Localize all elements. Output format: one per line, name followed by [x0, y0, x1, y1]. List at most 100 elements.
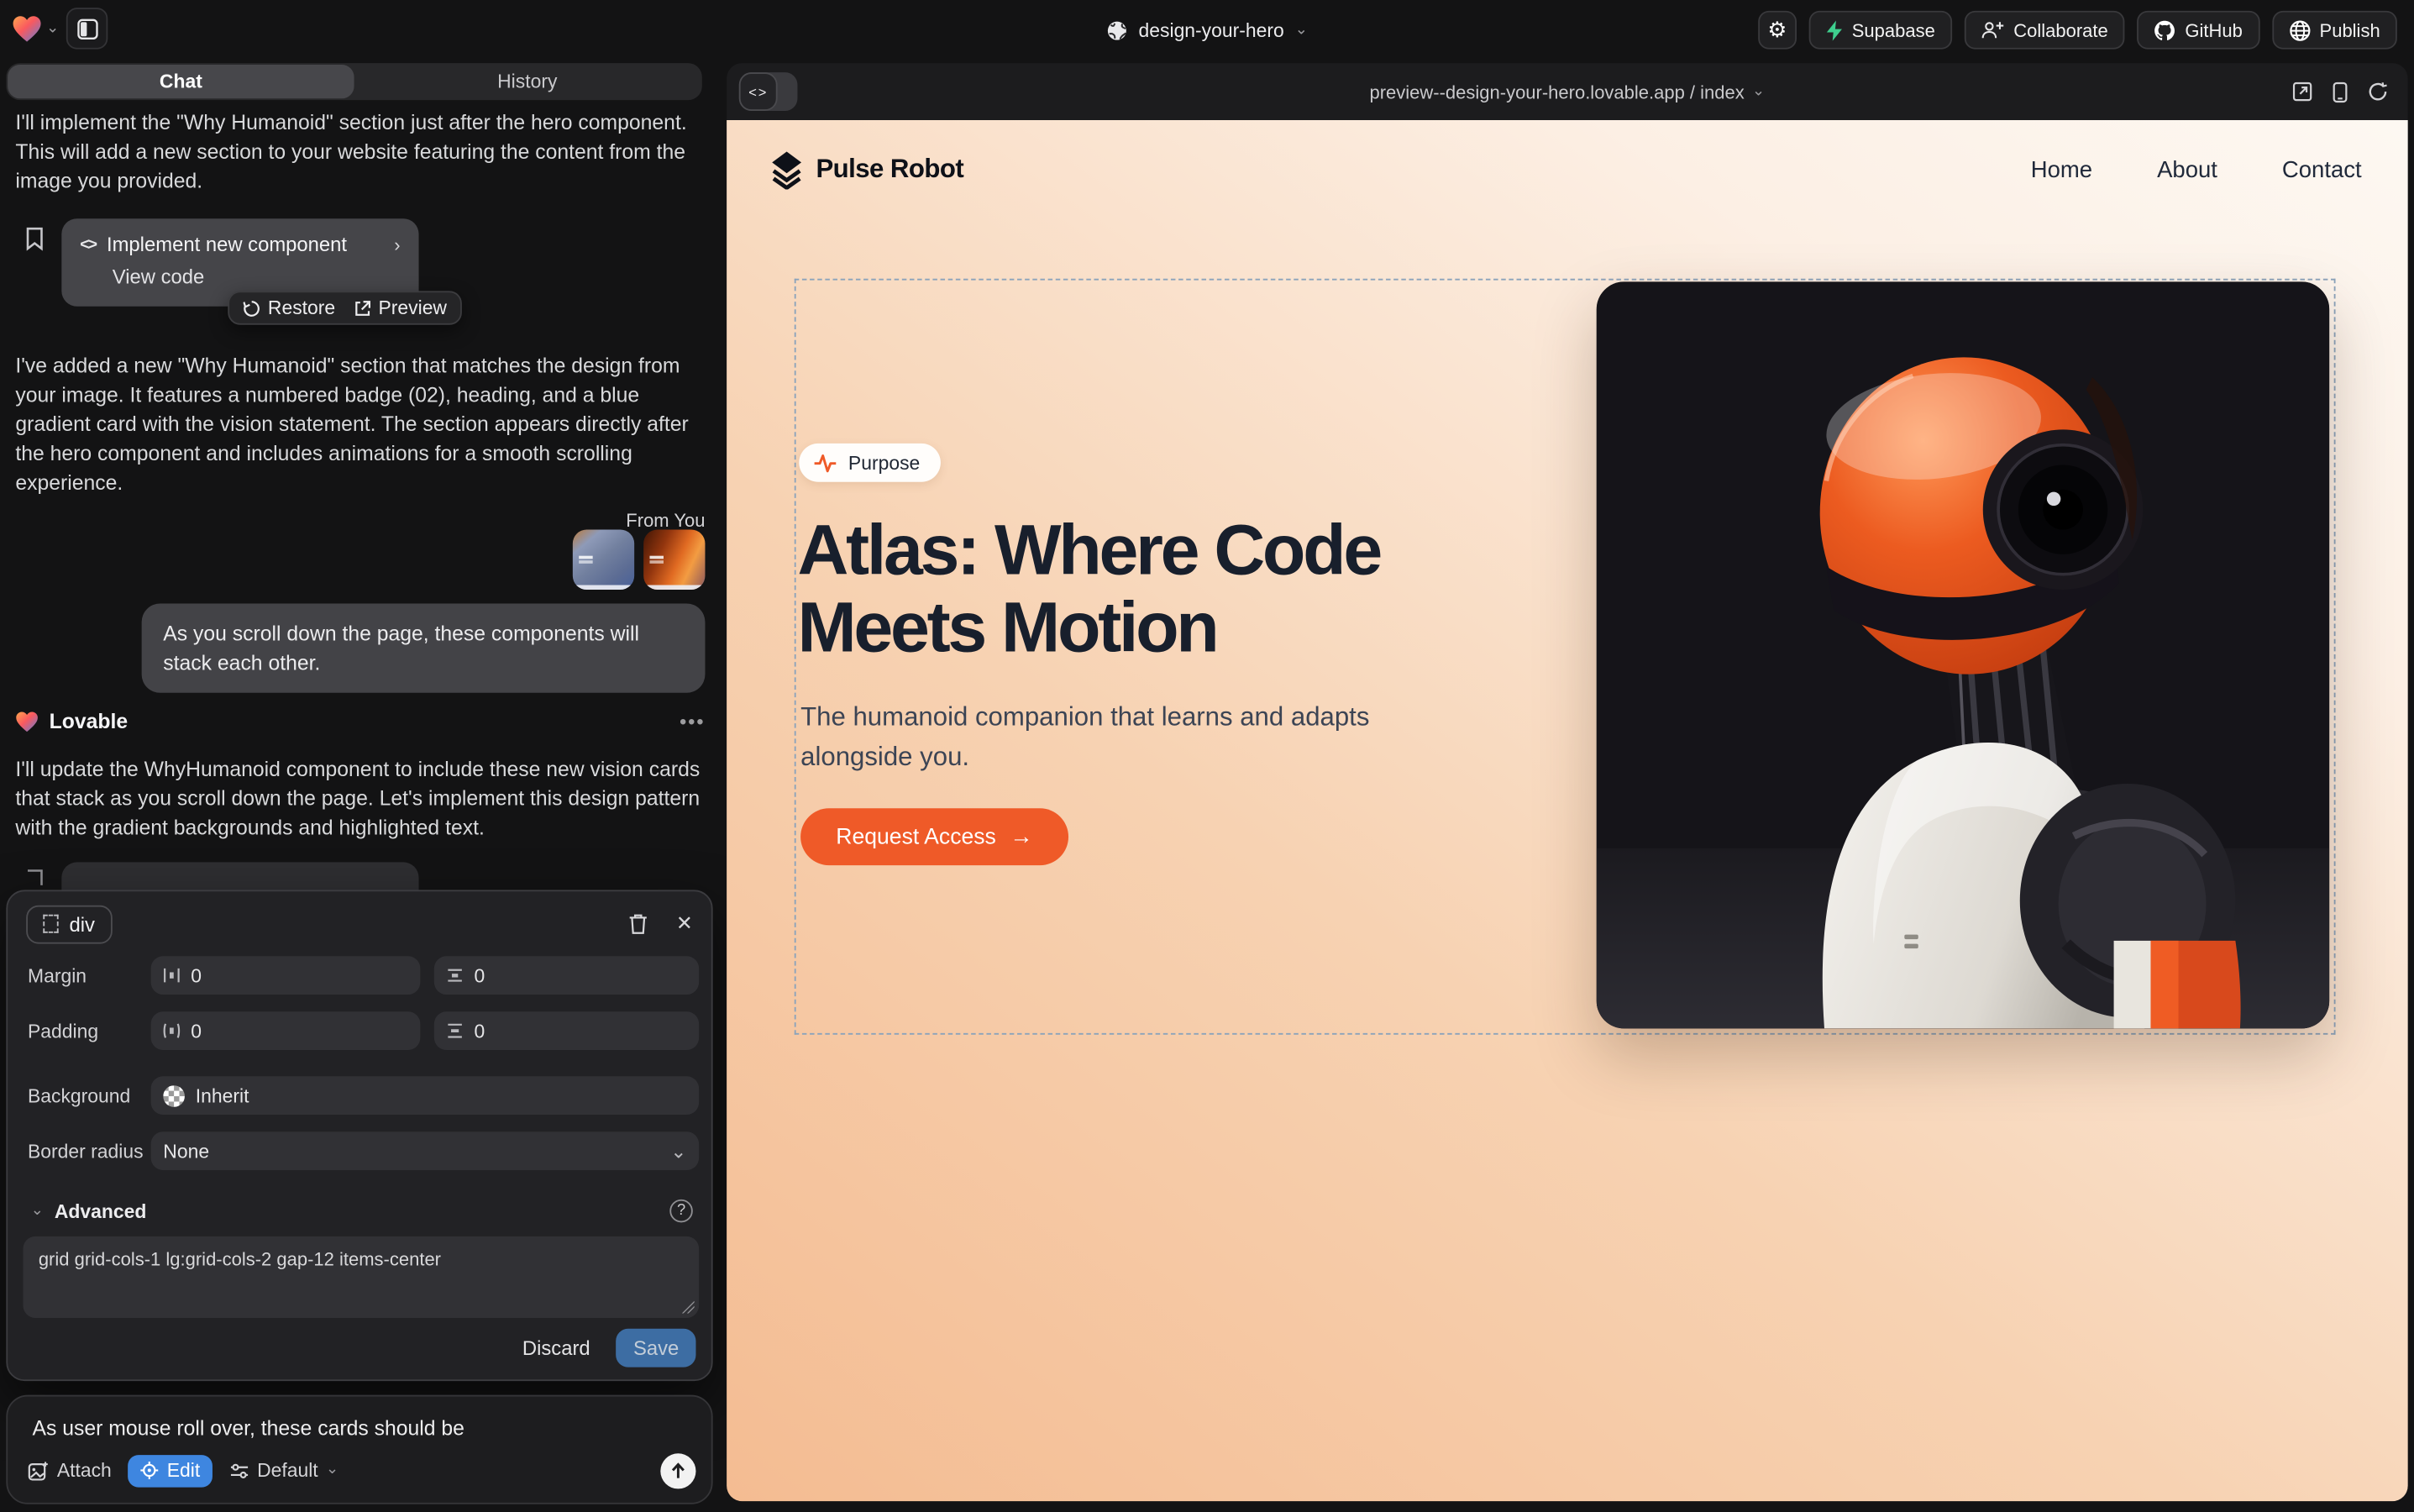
attach-button[interactable]: Attach	[28, 1460, 112, 1482]
publish-button[interactable]: Publish	[2272, 11, 2397, 50]
open-in-new-tab-button[interactable]	[2292, 81, 2312, 102]
publish-label: Publish	[2320, 19, 2380, 41]
margin-label: Margin	[28, 965, 87, 987]
attachment-thumbnails	[573, 530, 706, 590]
assistant-message-1: I'll implement the "Why Humanoid" sectio…	[15, 108, 701, 195]
chat-history-tabs: Chat History	[6, 63, 701, 100]
bookmark-icon[interactable]	[24, 869, 45, 887]
settings-button[interactable]: ⚙	[1758, 11, 1797, 50]
supabase-icon	[1826, 19, 1843, 41]
model-mode-select[interactable]: Default ⌄	[229, 1460, 338, 1482]
assistant-message-2: I've added a new "Why Humanoid" section …	[15, 351, 705, 497]
view-code-link[interactable]: View code	[80, 265, 400, 287]
preview-url: preview--design-your-hero.lovable.app / …	[1369, 81, 1744, 102]
attachment-image-1[interactable]	[573, 530, 634, 590]
delete-element-button[interactable]	[628, 913, 648, 935]
margin-y-input[interactable]: 0	[434, 956, 699, 995]
assistant-name: Lovable	[50, 710, 129, 732]
publish-globe-icon	[2289, 19, 2311, 41]
github-icon	[2154, 19, 2176, 41]
padding-y-value: 0	[475, 1020, 485, 1042]
site-brand-name: Pulse Robot	[816, 154, 963, 185]
site-nav: Home About Contact	[2031, 156, 2362, 182]
padding-x-value: 0	[191, 1020, 202, 1042]
attach-image-icon	[28, 1461, 50, 1481]
assistant-message-3: I'll update the WhyHumanoid component to…	[15, 754, 705, 842]
purpose-badge: Purpose	[799, 444, 940, 482]
nav-home[interactable]: Home	[2031, 156, 2092, 182]
advanced-section-toggle[interactable]: Advanced	[55, 1200, 147, 1222]
pulse-icon	[813, 452, 837, 474]
send-arrow-icon	[669, 1462, 686, 1478]
padding-y-icon	[447, 1022, 464, 1039]
border-radius-label: Border radius	[28, 1141, 144, 1163]
supabase-button[interactable]: Supabase	[1808, 11, 1952, 50]
classes-textarea[interactable]: grid grid-cols-1 lg:grid-cols-2 gap-12 i…	[23, 1236, 699, 1318]
margin-y-value: 0	[475, 964, 485, 986]
tab-chat[interactable]: Chat	[8, 65, 354, 98]
save-button[interactable]: Save	[617, 1329, 696, 1368]
assistant-header: Lovable •••	[15, 710, 705, 732]
version-hover-toolbar: Restore Preview	[228, 291, 462, 324]
mobile-view-button[interactable]	[2333, 81, 2348, 102]
padding-label: Padding	[28, 1021, 98, 1042]
preview-button[interactable]: Preview	[354, 297, 447, 319]
gear-icon: ⚙	[1767, 19, 1787, 41]
hero-robot-image	[1597, 281, 2329, 1028]
chevron-down-icon: ⌄	[1752, 84, 1765, 99]
project-switcher[interactable]: design-your-hero ⌄	[1106, 0, 1308, 61]
nav-contact[interactable]: Contact	[2282, 156, 2362, 182]
bookmark-icon[interactable]	[24, 226, 45, 250]
element-tag: div	[69, 912, 94, 935]
padding-x-input[interactable]: 0	[151, 1011, 421, 1050]
target-icon	[141, 1461, 160, 1479]
send-button[interactable]	[660, 1452, 695, 1488]
nav-about[interactable]: About	[2157, 156, 2217, 182]
request-access-button[interactable]: Request Access →	[800, 808, 1068, 865]
github-button[interactable]: GitHub	[2138, 11, 2259, 50]
more-options-icon[interactable]: •••	[680, 710, 706, 732]
sliders-icon	[229, 1462, 249, 1478]
lovable-heart-icon	[13, 14, 42, 42]
preview-url-bar[interactable]: preview--design-your-hero.lovable.app / …	[727, 63, 2408, 120]
sidebar-panel-icon	[76, 18, 98, 39]
preview-label: Preview	[378, 297, 447, 319]
chevron-down-icon: ⌄	[31, 1203, 44, 1218]
margin-x-input[interactable]: 0	[151, 956, 421, 995]
collaborate-button[interactable]: Collaborate	[1965, 11, 2125, 50]
app-window: ⌄ design-your-hero ⌄ ⚙	[0, 0, 2414, 1512]
toggle-sidebar-button[interactable]	[67, 8, 108, 49]
edit-label: Edit	[167, 1460, 200, 1482]
tab-history[interactable]: History	[354, 65, 701, 98]
site-brand[interactable]: Pulse Robot	[769, 150, 963, 189]
supabase-label: Supabase	[1852, 19, 1935, 41]
preview-toolbar: <> preview--design-your-hero.lovable.app…	[727, 63, 2408, 120]
hero-subheading: The humanoid companion that learns and a…	[800, 697, 1416, 777]
lovable-heart-icon	[15, 711, 38, 732]
chat-composer[interactable]: As user mouse roll over, these cards sho…	[6, 1395, 712, 1504]
close-icon[interactable]: ✕	[676, 911, 693, 936]
chevron-down-icon: ⌄	[46, 21, 59, 36]
help-icon[interactable]: ?	[669, 1200, 692, 1222]
border-radius-select[interactable]: None ⌄	[151, 1131, 700, 1170]
padding-y-input[interactable]: 0	[434, 1011, 699, 1050]
attach-label: Attach	[57, 1460, 112, 1482]
layers-logo-icon	[769, 150, 803, 189]
restore-button[interactable]: Restore	[244, 297, 336, 319]
lovable-menu-button[interactable]: ⌄	[13, 14, 60, 42]
selected-element-pill[interactable]: div	[26, 905, 112, 943]
edit-mode-button[interactable]: Edit	[129, 1454, 213, 1486]
preview-panel: <> preview--design-your-hero.lovable.app…	[727, 63, 2408, 1501]
border-radius-value: None	[163, 1140, 209, 1162]
collaborate-label: Collaborate	[2013, 19, 2107, 41]
project-name: design-your-hero	[1139, 20, 1284, 42]
composer-input[interactable]: As user mouse roll over, these cards sho…	[32, 1416, 686, 1439]
chevron-down-icon: ⌄	[326, 1462, 338, 1478]
from-you-label: From You	[626, 510, 705, 532]
external-link-icon	[354, 300, 370, 317]
attachment-image-2[interactable]	[643, 530, 705, 590]
background-input[interactable]: Inherit	[151, 1076, 700, 1115]
purpose-badge-label: Purpose	[848, 452, 920, 474]
discard-button[interactable]: Discard	[522, 1336, 590, 1359]
refresh-button[interactable]	[2368, 81, 2388, 102]
